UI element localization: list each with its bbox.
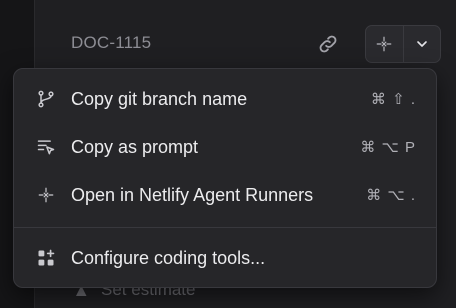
netlify-icon xyxy=(376,36,392,52)
menu-item-open-netlify-agent-runners[interactable]: Open in Netlify Agent Runners ⌘ ⌥ . xyxy=(22,175,428,215)
coding-tools-split-button xyxy=(365,25,441,63)
copy-link-button[interactable] xyxy=(315,31,341,57)
menu-item-label: Open in Netlify Agent Runners xyxy=(71,185,314,205)
menu-divider xyxy=(14,227,436,228)
prompt-icon xyxy=(36,137,56,157)
menu-item-configure-coding-tools[interactable]: Configure coding tools... xyxy=(22,238,428,278)
menu-item-label: Configure coding tools... xyxy=(71,248,266,268)
menu-item-label: Copy git branch name xyxy=(71,89,248,109)
netlify-agent-button[interactable] xyxy=(366,26,403,62)
menu-item-copy-git-branch[interactable]: Copy git branch name ⌘ ⇧ . xyxy=(22,79,428,119)
menu-item-copy-as-prompt[interactable]: Copy as prompt ⌘ ⌥ P xyxy=(22,127,428,167)
link-icon xyxy=(319,35,337,53)
menu-item-shortcut: ⌘ ⌥ P xyxy=(360,139,416,156)
git-branch-icon xyxy=(36,89,56,109)
menu-item-shortcut: ⌘ ⇧ . xyxy=(370,91,416,108)
app-root: DOC-1115 Set estimate Copy git branch na… xyxy=(0,0,456,308)
coding-tools-dropdown-button[interactable] xyxy=(402,26,441,62)
netlify-icon xyxy=(36,185,56,205)
chevron-down-icon xyxy=(416,41,427,47)
menu-item-label: Copy as prompt xyxy=(71,137,199,157)
coding-tools-menu: Copy git branch name ⌘ ⇧ . Copy as promp… xyxy=(13,68,437,288)
document-id: DOC-1115 xyxy=(71,33,152,52)
apps-add-icon xyxy=(36,248,56,268)
menu-item-shortcut: ⌘ ⌥ . xyxy=(366,187,416,204)
